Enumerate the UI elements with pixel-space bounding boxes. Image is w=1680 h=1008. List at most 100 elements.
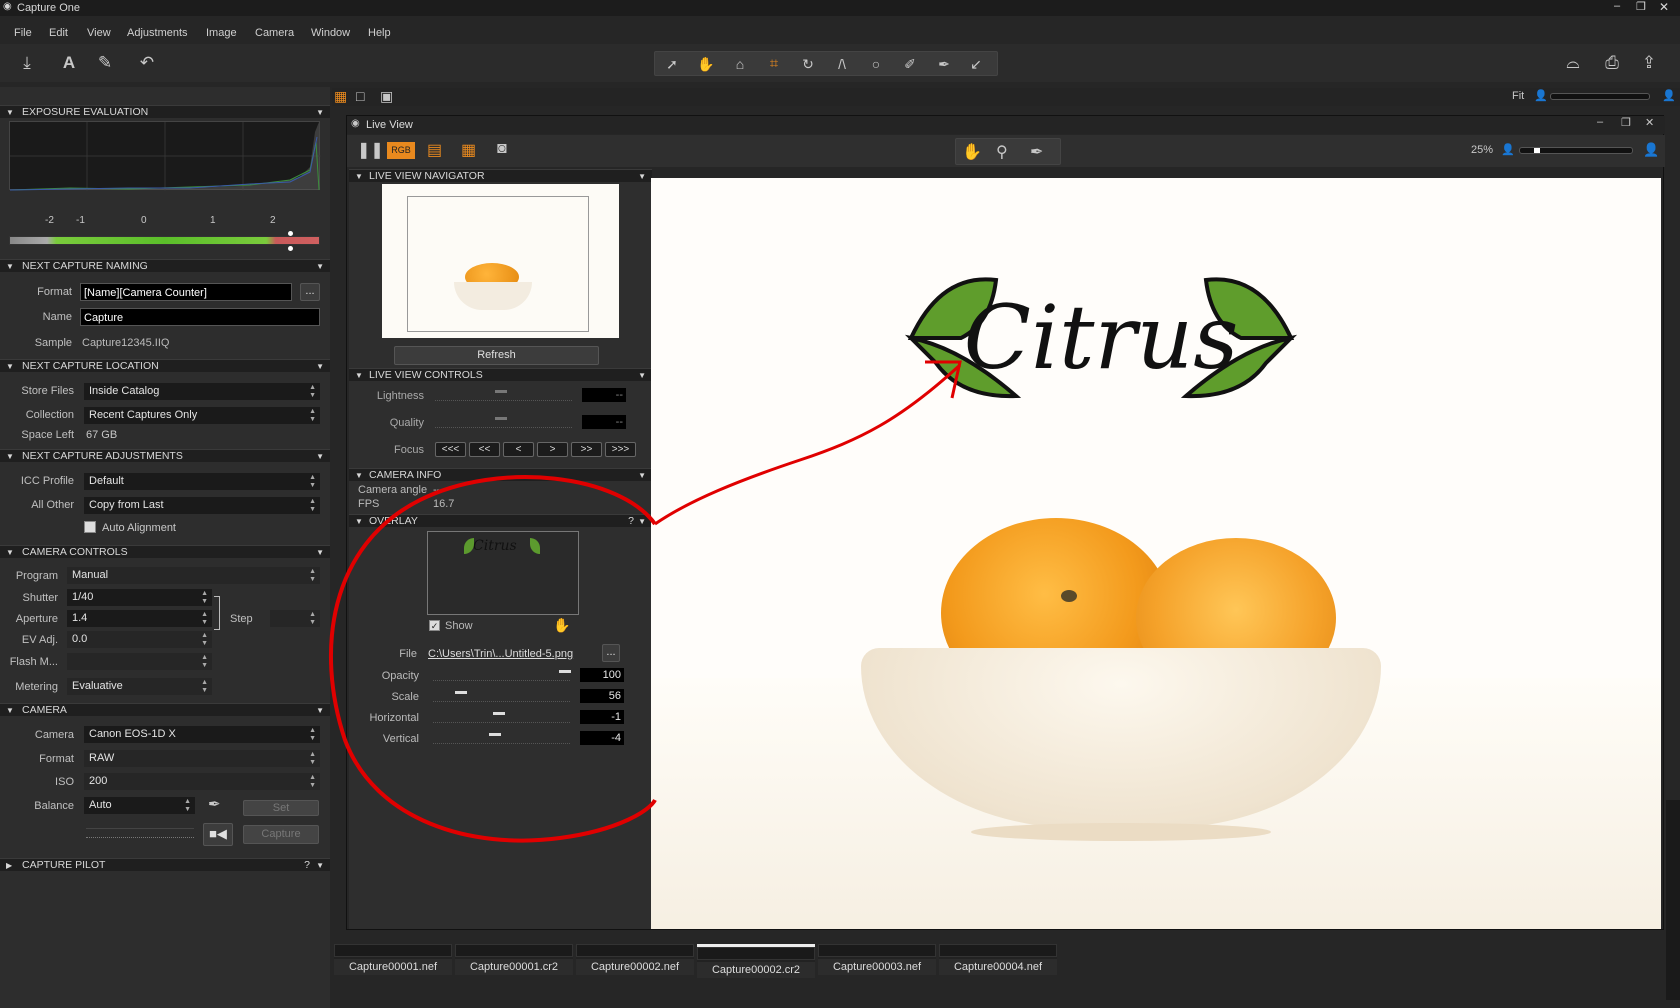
menu-image[interactable]: Image — [206, 27, 237, 39]
opacity-knob[interactable] — [559, 670, 571, 673]
film-thumb-selected[interactable]: Capture00002.cr2 — [697, 944, 815, 978]
lightness-value[interactable]: -- — [582, 388, 626, 402]
print-icon[interactable]: ⎙ — [1597, 48, 1627, 78]
opacity-slider[interactable] — [433, 667, 571, 681]
metering-select[interactable]: Evaluative ▲ ▼ — [67, 678, 212, 695]
live-view-image[interactable]: Citrus — [651, 178, 1661, 929]
overlay-header[interactable]: ▼ OVERLAY? ▼ — [349, 514, 652, 527]
quality-knob[interactable] — [495, 417, 507, 420]
proof-icon[interactable]: ⌓ — [1558, 48, 1588, 78]
vertical-knob[interactable] — [489, 733, 501, 736]
film-thumb[interactable]: Capture00003.nef — [818, 944, 936, 975]
auto-alignment-checkbox[interactable] — [84, 521, 96, 533]
rotate-icon[interactable]: ↻ — [793, 49, 823, 79]
opacity-value[interactable]: 100 — [580, 668, 624, 682]
capture-adjustments-header[interactable]: ▼ NEXT CAPTURE ADJUSTMENTS ▼ — [0, 449, 330, 462]
restore-icon[interactable]: ❐ — [1636, 0, 1646, 13]
capture-button[interactable]: Capture — [243, 825, 319, 844]
show-overlay-checkbox[interactable]: ✓ — [429, 620, 440, 631]
step-select[interactable]: ▲ ▼ — [270, 610, 320, 627]
film-thumb[interactable]: Capture00002.nef — [576, 944, 694, 975]
right-scrollbar[interactable] — [1666, 800, 1680, 1000]
zoom-slider-knob[interactable] — [1534, 148, 1540, 153]
overlay-preview[interactable]: Citrus — [427, 531, 579, 615]
capture-location-header[interactable]: ▼ NEXT CAPTURE LOCATION ▼ — [0, 359, 330, 372]
capture-pilot-header[interactable]: ▶ CAPTURE PILOT? ▼ — [0, 858, 330, 871]
brush-icon[interactable]: ✎ — [90, 48, 120, 78]
navigator-header[interactable]: ▼ LIVE VIEW NAVIGATOR ▼ — [349, 169, 652, 182]
camera-select[interactable]: Canon EOS-1D X ▲ ▼ — [84, 726, 320, 743]
text-tool-icon[interactable]: A — [54, 48, 84, 78]
crop-icon[interactable]: ⌗ — [759, 49, 789, 79]
single-view-icon[interactable]: □ — [356, 88, 364, 104]
balance-select[interactable]: Auto ▲ ▼ — [84, 797, 195, 814]
lv-restore-icon[interactable]: ❐ — [1621, 116, 1631, 129]
overlay-help-icon[interactable]: ? — [628, 515, 634, 528]
naming-more-button[interactable]: ... — [300, 283, 320, 301]
camera-controls-header[interactable]: ▼ CAMERA CONTROLS ▼ — [0, 545, 330, 558]
vertical-slider[interactable] — [433, 730, 570, 744]
pause-icon[interactable]: ❚❚ — [357, 140, 384, 160]
horizontal-slider[interactable] — [433, 709, 570, 723]
camera-slider[interactable] — [86, 828, 194, 838]
capture-naming-header[interactable]: ▼ NEXT CAPTURE NAMING ▼ — [0, 259, 330, 272]
lightness-slider[interactable] — [435, 387, 572, 401]
rgb-button[interactable]: RGB — [387, 142, 415, 159]
keystone-icon[interactable]: /\ — [827, 49, 857, 79]
menu-edit[interactable]: Edit — [49, 27, 68, 39]
collection-select[interactable]: Recent Captures Only ▲ ▼ — [84, 407, 320, 424]
focus-far-large-button[interactable]: <<< — [435, 442, 466, 457]
menu-view[interactable]: View — [87, 27, 111, 39]
eyedropper-icon[interactable]: ✒ — [208, 795, 221, 813]
scale-slider[interactable] — [433, 688, 570, 702]
raw-format-select[interactable]: RAW ▲ ▼ — [84, 750, 320, 767]
focus-near-medium-button[interactable]: >> — [571, 442, 602, 457]
icc-profile-select[interactable]: Default ▲ ▼ — [84, 473, 320, 490]
overlay-move-hand-icon[interactable]: ✋ — [553, 617, 570, 634]
ev-adj-select[interactable]: 0.0 ▲ ▼ — [67, 631, 212, 648]
aperture-select[interactable]: 1.4 ▲ ▼ — [67, 610, 212, 627]
lv-minimize-icon[interactable]: – — [1597, 116, 1603, 128]
video-button[interactable]: ■◀ — [203, 823, 233, 846]
menu-camera[interactable]: Camera — [255, 27, 294, 39]
lightness-knob[interactable] — [495, 390, 507, 393]
film-thumb[interactable]: Capture00001.cr2 — [455, 944, 573, 975]
overlay-file-browse-button[interactable]: ... — [602, 644, 620, 662]
overlay-file-path[interactable]: C:\Users\Trin\...Untitled-5.png — [428, 648, 573, 660]
name-field[interactable]: Capture — [80, 308, 320, 326]
loupe-icon[interactable]: ⌂ — [725, 49, 755, 79]
export-icon[interactable]: ⇪ — [1634, 48, 1664, 78]
hand-icon[interactable]: ✋ — [691, 49, 721, 79]
flash-mode-select[interactable]: ▲ ▼ — [67, 653, 212, 670]
mask-brush-icon[interactable]: ✐ — [895, 49, 925, 79]
film-thumb[interactable]: Capture00004.nef — [939, 944, 1057, 975]
thumb-size-slider[interactable] — [1550, 93, 1650, 100]
quality-value[interactable]: -- — [582, 415, 626, 429]
focus-near-small-button[interactable]: > — [537, 442, 568, 457]
horizontal-value[interactable]: -1 — [580, 710, 624, 724]
menu-adjustments[interactable]: Adjustments — [127, 27, 188, 39]
vertical-value[interactable]: -4 — [580, 731, 624, 745]
focus-near-large-button[interactable]: >>> — [605, 442, 636, 457]
focus-mask-icon[interactable]: ◙ — [497, 140, 507, 158]
help-icon[interactable]: ? — [304, 859, 310, 872]
store-files-select[interactable]: Inside Catalog ▲ ▼ — [84, 383, 320, 400]
zoom-slider[interactable] — [1519, 147, 1633, 154]
import-icon[interactable]: ⤓ — [12, 48, 42, 78]
program-select[interactable]: Manual ▲ ▼ — [67, 567, 320, 584]
live-view-controls-header[interactable]: ▼ LIVE VIEW CONTROLS ▼ — [349, 368, 652, 381]
exposure-warning-icon[interactable]: ▤ — [427, 140, 442, 160]
color-picker-icon[interactable]: ✒ — [929, 49, 959, 79]
refresh-button[interactable]: Refresh — [394, 346, 599, 365]
grid-overlay-icon[interactable]: ▦ — [461, 140, 476, 160]
exposure-evaluation-header[interactable]: ▼ EXPOSURE EVALUATION ▼ — [0, 105, 330, 118]
annotate-icon[interactable]: ↙ — [961, 49, 991, 79]
white-balance-picker-icon[interactable]: ✒ — [1030, 142, 1043, 162]
camera-info-header[interactable]: ▼ CAMERA INFO ▼ — [349, 468, 652, 481]
pan-hand-icon[interactable]: ✋ — [962, 142, 982, 162]
minimize-icon[interactable]: – — [1614, 0, 1620, 12]
lv-close-icon[interactable]: ✕ — [1645, 116, 1654, 129]
camera-header[interactable]: ▼ CAMERA ▼ — [0, 703, 330, 716]
navigator-preview[interactable] — [382, 184, 619, 338]
menu-file[interactable]: File — [14, 27, 32, 39]
